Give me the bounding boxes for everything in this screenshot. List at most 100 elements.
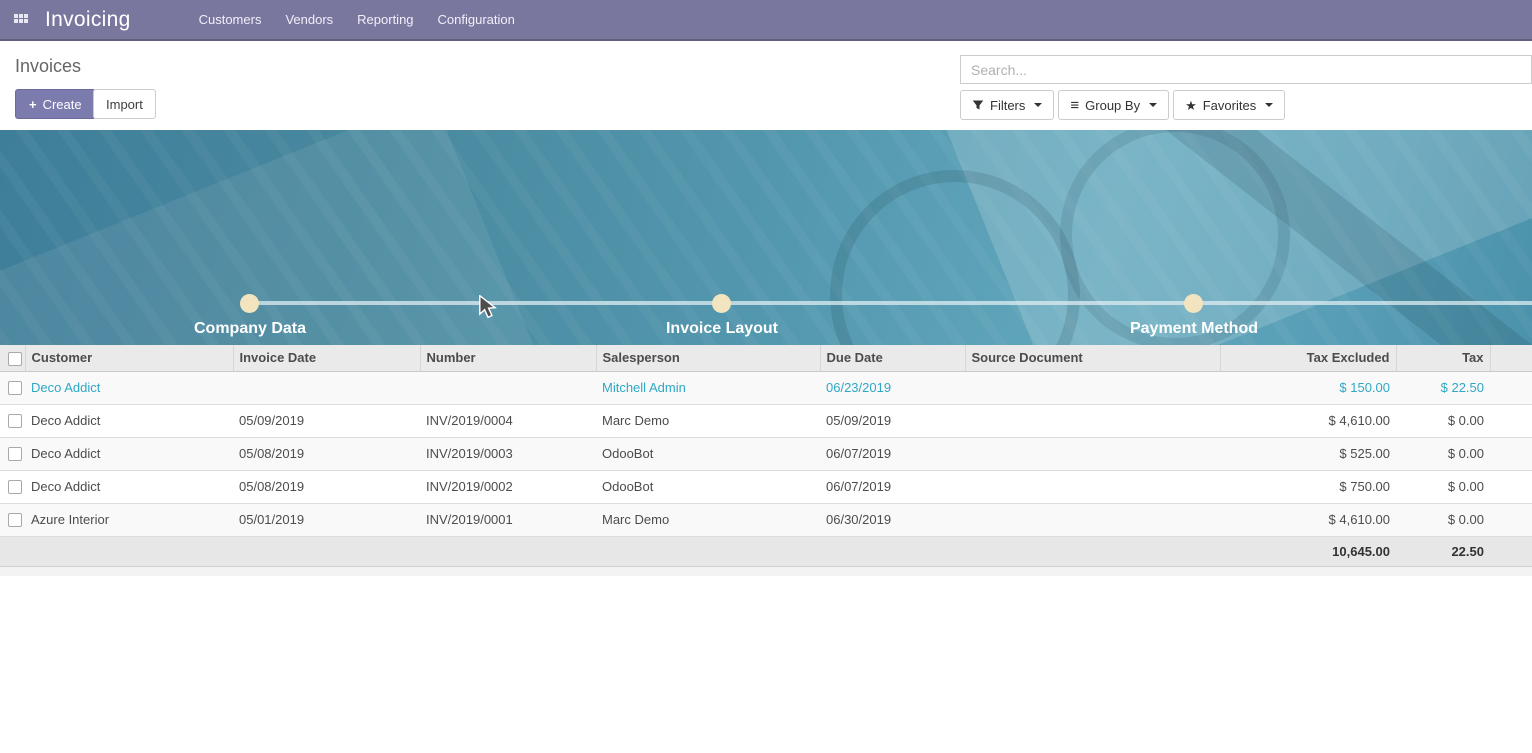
cell-salesperson[interactable]: Marc Demo [596,503,820,536]
cell-number[interactable] [420,371,596,404]
nav-item-reporting[interactable]: Reporting [345,6,425,33]
nav-item-customers[interactable]: Customers [187,6,274,33]
column-header-number[interactable]: Number [420,345,596,371]
cell-invoice-date[interactable] [233,371,420,404]
cell-invoice-date[interactable]: 05/01/2019 [233,503,420,536]
filters-button-label: Filters [990,98,1025,113]
cell-salesperson[interactable]: OdooBot [596,437,820,470]
row-checkbox[interactable] [8,381,22,395]
chevron-down-icon [1265,103,1273,107]
cell-tax-excluded[interactable]: $ 4,610.00 [1220,503,1396,536]
filter-bar: Filters ≡ Group By ★ Favorites [960,90,1285,120]
import-button-label: Import [106,97,143,112]
column-header-trailing [1490,345,1532,371]
cell-number[interactable]: INV/2019/0003 [420,437,596,470]
cell-tax-excluded[interactable]: $ 4,610.00 [1220,404,1396,437]
create-button-label: Create [43,97,82,112]
cell-invoice-date[interactable]: 05/08/2019 [233,470,420,503]
cell-customer[interactable]: Deco Addict [25,371,233,404]
cell-source-document[interactable] [965,503,1220,536]
page-title: Invoices [15,56,81,77]
cell-source-document[interactable] [965,470,1220,503]
progress-dot-invoice-layout [712,294,731,313]
cell-tax[interactable]: $ 22.50 [1396,371,1490,404]
cell-tax-excluded[interactable]: $ 525.00 [1220,437,1396,470]
cell-salesperson[interactable]: Mitchell Admin [596,371,820,404]
row-checkbox[interactable] [8,513,22,527]
cell-number[interactable]: INV/2019/0001 [420,503,596,536]
chevron-down-icon [1034,103,1042,107]
control-panel: Invoices + Create Import Filters ≡ Group… [0,43,1532,130]
chevron-down-icon [1149,103,1157,107]
cell-due-date[interactable]: 06/07/2019 [820,437,965,470]
table-row[interactable]: Azure Interior 05/01/2019 INV/2019/0001 … [0,503,1532,536]
cell-customer[interactable]: Azure Interior [25,503,233,536]
cell-invoice-date[interactable]: 05/08/2019 [233,437,420,470]
cell-customer[interactable]: Deco Addict [25,437,233,470]
import-button[interactable]: Import [93,89,156,119]
cell-customer[interactable]: Deco Addict [25,404,233,437]
table-row[interactable]: Deco Addict 05/08/2019 INV/2019/0002 Odo… [0,470,1532,503]
favorites-button[interactable]: ★ Favorites [1173,90,1285,120]
row-checkbox[interactable] [8,447,22,461]
step-title: Company Data [100,320,400,338]
cell-due-date[interactable]: 06/30/2019 [820,503,965,536]
cell-tax[interactable]: $ 0.00 [1396,437,1490,470]
cell-number[interactable]: INV/2019/0002 [420,470,596,503]
table-row[interactable]: Deco Addict Mitchell Admin 06/23/2019 $ … [0,371,1532,404]
row-checkbox[interactable] [8,414,22,428]
row-checkbox[interactable] [8,480,22,494]
cell-number[interactable]: INV/2019/0004 [420,404,596,437]
total-tax-excluded: 10,645.00 [1220,536,1396,566]
apps-menu-icon[interactable] [14,14,29,25]
nav-item-vendors[interactable]: Vendors [273,6,345,33]
cell-tax[interactable]: $ 0.00 [1396,503,1490,536]
column-header-tax[interactable]: Tax [1396,345,1490,371]
column-header-customer[interactable]: Customer [25,345,233,371]
cell-due-date[interactable]: 06/07/2019 [820,470,965,503]
progress-line [250,301,1532,305]
table-row[interactable]: Deco Addict 05/09/2019 INV/2019/0004 Mar… [0,404,1532,437]
progress-dot-payment-method [1184,294,1203,313]
step-title: Payment Method [1044,320,1344,338]
cell-source-document[interactable] [965,371,1220,404]
group-by-button[interactable]: ≡ Group By [1058,90,1169,120]
cell-salesperson[interactable]: OdooBot [596,470,820,503]
cell-tax-excluded[interactable]: $ 750.00 [1220,470,1396,503]
invoices-list: Customer Invoice Date Number Salesperson… [0,345,1532,576]
nav-menu: Customers Vendors Reporting Configuratio… [187,6,527,33]
app-title: Invoicing [45,8,131,32]
group-by-bars-icon: ≡ [1070,98,1079,113]
cell-source-document[interactable] [965,404,1220,437]
cell-customer[interactable]: Deco Addict [25,470,233,503]
column-header-tax-excluded[interactable]: Tax Excluded [1220,345,1396,371]
cell-tax[interactable]: $ 0.00 [1396,470,1490,503]
cell-tax[interactable]: $ 0.00 [1396,404,1490,437]
star-icon: ★ [1185,99,1197,112]
cell-due-date[interactable]: 06/23/2019 [820,371,965,404]
column-header-salesperson[interactable]: Salesperson [596,345,820,371]
nav-item-configuration[interactable]: Configuration [426,6,527,33]
filters-button[interactable]: Filters [960,90,1054,120]
select-all-checkbox[interactable] [8,352,22,366]
onboarding-step-payment-method: Payment Method Configure your payment me… [1044,320,1344,345]
onboarding-banner: Company Data Set your company's data for… [0,130,1532,345]
table-footer-strip [0,567,1532,576]
cell-tax-excluded[interactable]: $ 150.00 [1220,371,1396,404]
cell-invoice-date[interactable]: 05/09/2019 [233,404,420,437]
cell-source-document[interactable] [965,437,1220,470]
progress-dot-company-data [240,294,259,313]
create-button[interactable]: + Create [15,89,96,119]
onboarding-step-company-data: Company Data Set your company's data for… [100,320,400,345]
filter-funnel-icon [972,99,984,111]
table-row[interactable]: Deco Addict 05/08/2019 INV/2019/0003 Odo… [0,437,1532,470]
step-title: Invoice Layout [572,320,872,338]
column-header-source-document[interactable]: Source Document [965,345,1220,371]
column-header-due-date[interactable]: Due Date [820,345,965,371]
column-header-invoice-date[interactable]: Invoice Date [233,345,420,371]
cell-salesperson[interactable]: Marc Demo [596,404,820,437]
table-header-row: Customer Invoice Date Number Salesperson… [0,345,1532,371]
cell-due-date[interactable]: 05/09/2019 [820,404,965,437]
table-totals-row: 10,645.00 22.50 [0,536,1532,566]
search-input[interactable] [960,55,1532,84]
